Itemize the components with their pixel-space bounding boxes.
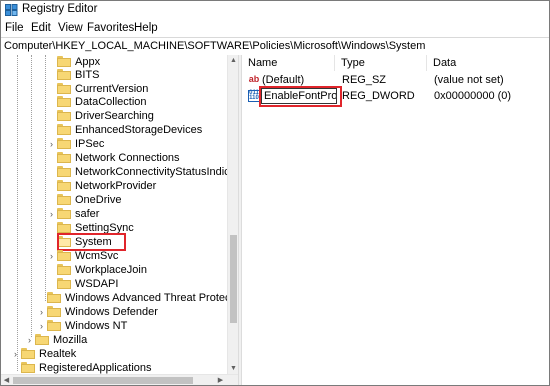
folder-icon bbox=[35, 334, 49, 345]
folder-icon bbox=[21, 348, 35, 359]
menu-help[interactable]: Help bbox=[134, 22, 158, 34]
title-bar: Registry Editor bbox=[1, 1, 549, 19]
tree-item-label: NetworkConnectivityStatusIndicator bbox=[75, 166, 238, 178]
folder-icon bbox=[57, 166, 71, 177]
tree-item-label: Windows Defender bbox=[65, 306, 158, 318]
tree-connector bbox=[17, 55, 18, 371]
tree-horizontal-scrollbar[interactable]: ◀ ▶ bbox=[1, 374, 238, 385]
tree-item-label: Windows Advanced Threat Protection bbox=[65, 292, 238, 304]
tree-item-label: Appx bbox=[75, 56, 101, 68]
chevron-right-icon[interactable]: › bbox=[37, 305, 46, 319]
folder-icon bbox=[57, 222, 71, 233]
folder-icon bbox=[21, 362, 35, 373]
folder-icon bbox=[57, 124, 71, 135]
tree-pane[interactable]: Appx BITS CurrentVersion DataCollection … bbox=[1, 55, 238, 385]
folder-icon bbox=[57, 264, 71, 275]
folder-icon bbox=[57, 152, 71, 163]
address-bar[interactable]: Computer\HKEY_LOCAL_MACHINE\SOFTWARE\Pol… bbox=[1, 37, 549, 56]
chevron-right-icon[interactable]: › bbox=[25, 333, 34, 347]
folder-icon bbox=[47, 292, 61, 303]
value-type: REG_SZ bbox=[342, 74, 387, 86]
scroll-thumb[interactable] bbox=[13, 377, 193, 384]
tree-item-label: WcmSvc bbox=[75, 250, 119, 262]
folder-icon bbox=[57, 278, 71, 289]
column-header-type[interactable]: Type bbox=[335, 55, 427, 71]
tree-item-label: Realtek bbox=[39, 348, 77, 360]
folder-icon bbox=[57, 194, 71, 205]
tree-item-label: NetworkProvider bbox=[75, 180, 157, 192]
tree-item-label: Mozilla bbox=[53, 334, 88, 346]
window-title: Registry Editor bbox=[22, 3, 98, 15]
tree-item-label: WorkplaceJoin bbox=[75, 264, 147, 276]
string-value-icon: ab bbox=[248, 74, 260, 84]
menu-file[interactable]: File bbox=[5, 22, 24, 34]
value-data: 0x00000000 (0) bbox=[434, 90, 512, 102]
folder-icon bbox=[57, 69, 71, 80]
folder-icon bbox=[57, 96, 71, 107]
tree-item-label: Windows NT bbox=[65, 320, 128, 332]
menu-bar: File Edit View Favorites Help bbox=[1, 20, 549, 37]
folder-icon bbox=[47, 320, 61, 331]
tree-item-label: EnhancedStorageDevices bbox=[75, 124, 203, 136]
folder-icon bbox=[57, 180, 71, 191]
scroll-right-arrow-icon[interactable]: ▶ bbox=[215, 375, 226, 385]
folder-icon bbox=[47, 306, 61, 317]
menu-view[interactable]: View bbox=[58, 22, 83, 34]
tree-item-label: OneDrive bbox=[75, 194, 122, 206]
folder-icon bbox=[57, 208, 71, 219]
address-path[interactable]: Computer\HKEY_LOCAL_MACHINE\SOFTWARE\Pol… bbox=[4, 40, 425, 52]
registry-editor-window: Registry Editor File Edit View Favorites… bbox=[0, 0, 550, 386]
tree-item-label: RegisteredApplications bbox=[39, 362, 152, 374]
value-type: REG_DWORD bbox=[342, 90, 415, 102]
column-header-name[interactable]: Name bbox=[242, 55, 335, 71]
chevron-right-icon[interactable]: › bbox=[47, 249, 56, 263]
chevron-right-icon[interactable]: › bbox=[47, 137, 56, 151]
folder-icon bbox=[57, 110, 71, 121]
tree-item-label: DataCollection bbox=[75, 96, 147, 108]
tree-item-label: BITS bbox=[75, 69, 100, 81]
tree-item-label: Network Connections bbox=[75, 152, 180, 164]
chevron-right-icon[interactable]: › bbox=[37, 319, 46, 333]
chevron-right-icon[interactable]: › bbox=[47, 207, 56, 221]
menu-edit[interactable]: Edit bbox=[31, 22, 51, 34]
tree-connector bbox=[45, 55, 46, 301]
values-list-pane[interactable]: Name Type Data ab (Default) REG_SZ (valu… bbox=[242, 55, 549, 385]
chevron-right-icon[interactable]: › bbox=[11, 347, 20, 361]
scroll-thumb[interactable] bbox=[230, 235, 237, 323]
tree-item-label: WSDAPI bbox=[75, 278, 119, 290]
tree-item-label: DriverSearching bbox=[75, 110, 154, 122]
tree-connector bbox=[31, 55, 32, 337]
registry-editor-icon bbox=[5, 4, 18, 16]
menu-favorites[interactable]: Favorites bbox=[87, 22, 134, 34]
tree-item-label: CurrentVersion bbox=[75, 83, 149, 95]
value-data: (value not set) bbox=[434, 74, 504, 86]
scroll-left-arrow-icon[interactable]: ◀ bbox=[1, 375, 12, 385]
value-highlight-box bbox=[259, 86, 342, 107]
folder-icon bbox=[57, 56, 71, 67]
tree-item-label: safer bbox=[75, 208, 100, 220]
folder-icon bbox=[57, 250, 71, 261]
tree-item-label: IPSec bbox=[75, 138, 105, 150]
folder-icon bbox=[57, 138, 71, 149]
column-header-data[interactable]: Data bbox=[427, 55, 549, 71]
folder-icon bbox=[57, 83, 71, 94]
